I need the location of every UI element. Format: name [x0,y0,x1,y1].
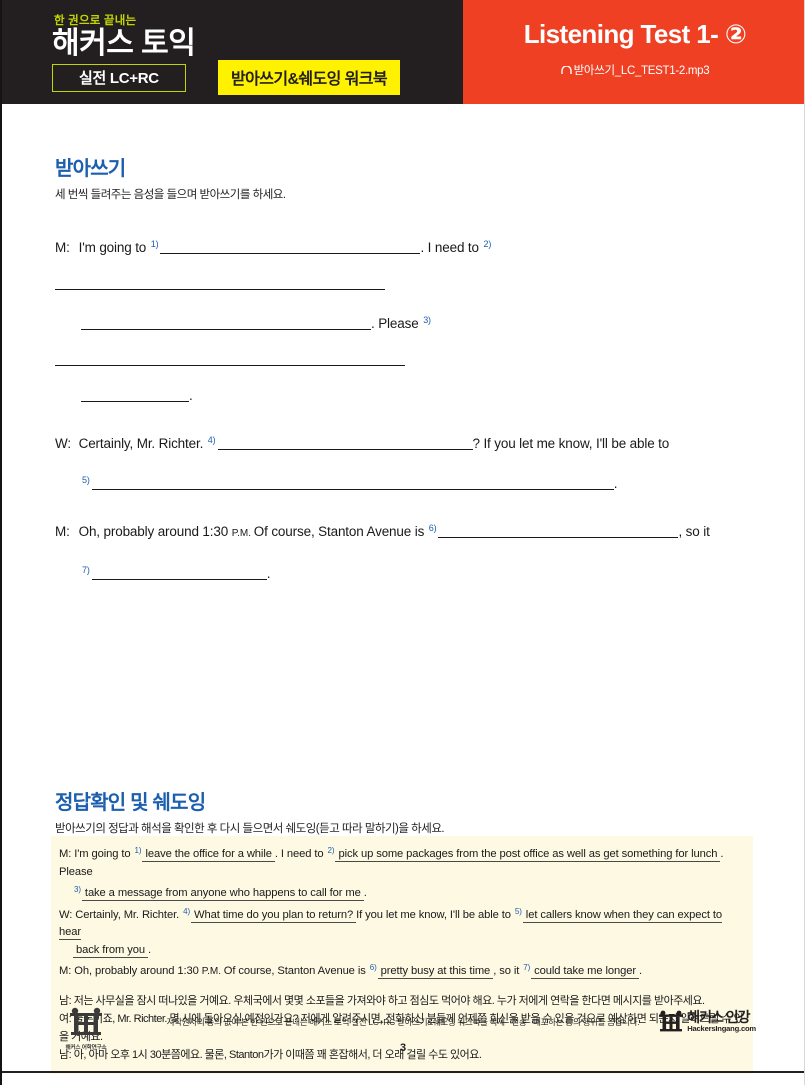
dictation-blank[interactable] [160,239,421,254]
dictation-blank[interactable] [81,315,371,330]
answer-static-text: . [363,887,367,899]
audio-file-line: 받아쓰기_LC_TEST1-2.mp3 [463,62,804,78]
dictation-title: 받아쓰기 [55,158,126,180]
dictation-text: I'm going to [75,240,150,255]
speaker-label: M: [55,524,70,539]
answer-static-text: . I need to [274,848,327,860]
hackers-ingang-text: 해커스 인강 HackersIngang.com [687,1010,756,1033]
answer-line: W: Certainly, Mr. Richter. 4) What time … [59,903,745,960]
speaker-label: W: [59,908,76,921]
answer-text: What time do you plan to return? [191,908,357,923]
answer-static-text: Oh, probably around 1:30 [74,965,202,977]
brand-logo: 한 권으로 끝내는 해커스 토익 실전 LC+RC [52,12,196,92]
time-meridiem: P.M. [231,528,254,539]
dictation-body: M: I'm going to 1) . I need to 2) . Please… [55,226,755,600]
dictation-text: ? If you let me know, I'll be able to [472,436,670,451]
answer-static-text: Of course, Stanton Avenue is [223,965,369,977]
answer-number: 3) [74,885,81,894]
answer-text: take a message from anyone who happens t… [81,887,364,901]
header-brand-panel: 한 권으로 끝내는 해커스 토익 실전 LC+RC 받아쓰기&쉐도잉 워크북 [2,0,463,104]
speaker-label: W: [55,436,71,451]
answers-description: 받아쓰기의 정답과 해석을 확인한 후 다시 들으면서 쉐도잉(듣고 따라 말하… [55,823,445,835]
blank-number: 5) [82,475,90,485]
answers-english-list: M: I'm going to 1) leave the office for … [59,842,745,981]
dictation-line: M: Oh, probably around 1:30 P.M. Of cour… [55,510,755,592]
answer-static-text: . [639,965,643,977]
answer-text: pick up some packages from the post offi… [335,848,721,862]
brand-tagline: 한 권으로 끝내는 [54,15,137,27]
answer-number: 5) [514,906,522,916]
answer-text: could take me longer [531,965,640,979]
dictation-text: . [266,566,271,581]
dictation-line: W: Certainly, Mr. Richter. 4) ? If you le… [55,422,755,502]
audio-file-name: 받아쓰기_LC_TEST1-2.mp3 [573,65,710,77]
answer-number: 4) [183,906,191,916]
dictation-blank[interactable] [217,435,473,450]
answer-line: M: Oh, probably around 1:30 P.M. Of cour… [59,959,745,981]
answer-number: 1) [134,846,142,855]
blank-number: 4) [207,435,216,445]
answer-number: 7) [523,963,531,972]
dictation-text: . [613,476,618,491]
blank-number: 1) [150,239,159,249]
answers-title: 정답확인 및 쉐도잉 [55,792,206,814]
answer-number: 6) [369,963,377,972]
pillar-h-icon-right [659,1010,684,1032]
answer-number: 2) [327,846,335,855]
hackers-ingang-logo: 해커스 인강 HackersIngang.com [658,1010,756,1034]
dictation-text: . I need to [420,240,483,255]
dictation-line: M: I'm going to 1) . I need to 2) . Please… [55,226,755,414]
brand-subtitle: 실전 LC+RC [52,64,186,92]
hackers-ingang-ko: 해커스 인강 [687,1009,750,1026]
dictation-text: Of course, Stanton Avenue is [253,524,428,539]
page-root: 한 권으로 끝내는 해커스 토익 실전 LC+RC 받아쓰기&쉐도잉 워크북 L… [0,0,805,1085]
test-title: Listening Test 1- ② [523,19,747,49]
answer-static-text: , so it [493,965,523,977]
time-meridiem: P.M. [201,966,224,977]
dictation-blank[interactable] [91,475,614,490]
dictation-text: . [189,388,193,403]
blank-number: 2) [483,239,492,249]
answer-text: leave the office for a while [142,848,275,862]
answer-static-text: I'm going to [74,848,134,860]
workbook-badge: 받아쓰기&쉐도잉 워크북 [218,60,401,95]
headphone-icon [560,65,572,78]
answer-line: M: I'm going to 1) leave the office for … [59,842,745,903]
speaker-label: M: [59,848,75,860]
header-test-panel: Listening Test 1- ② 받아쓰기_LC_TEST1-2.mp3 [463,0,804,104]
answer-static-text: . [147,943,151,956]
korean-translation-line: 남: 저는 사무실을 잠시 떠나있을 거예요. 우체국에서 몇몇 소포들을 가져… [59,994,705,1007]
blank-number: 3) [423,315,431,325]
answer-static-text: If you let me know, I'll be able to [356,908,514,921]
dictation-text: , so it [678,524,710,539]
dictation-text: Oh, probably around 1:30 [75,524,232,539]
dictation-blank[interactable] [55,275,385,290]
answers-box: M: I'm going to 1) leave the office for … [51,836,753,1074]
answers-section-header: 정답확인 및 쉐도잉 받아쓰기의 정답과 해석을 확인한 후 다시 들으면서 쉐… [55,786,445,836]
dictation-text: . Please [371,316,423,331]
footer-rule [2,1071,804,1073]
dictation-blank[interactable] [81,387,189,402]
answer-static-text: Certainly, Mr. Richter. [75,908,183,921]
answer-text: pretty busy at this time [377,965,494,979]
page-number: 3 [399,1042,407,1054]
speaker-label: M: [59,965,75,977]
blank-number: 6) [428,523,437,533]
dictation-text: Certainly, Mr. Richter. [75,436,207,451]
brand-name: 해커스 토익 [52,27,196,60]
page-header: 한 권으로 끝내는 해커스 토익 실전 LC+RC 받아쓰기&쉐도잉 워크북 L… [2,0,804,104]
hackers-ingang-en: HackersIngang.com [687,1024,756,1034]
answer-text: back from you [73,943,148,958]
speaker-label: M: [55,240,70,255]
dictation-blank[interactable] [55,351,405,366]
blank-number: 7) [82,565,90,575]
dictation-description: 세 번씩 들려주는 음성을 들으며 받아쓰기를 하세요. [55,189,286,201]
dictation-blank[interactable] [91,565,267,580]
dictation-blank[interactable] [438,523,679,538]
dictation-section-header: 받아쓰기 세 번씩 들려주는 음성을 들으며 받아쓰기를 하세요. [55,152,286,202]
